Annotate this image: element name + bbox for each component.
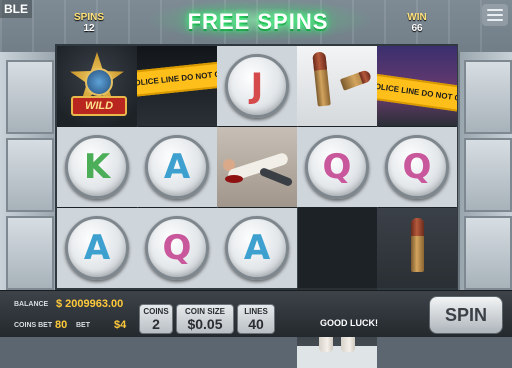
petri-dish-q: Q bbox=[305, 135, 369, 199]
reel-4: Q bbox=[297, 46, 378, 368]
symbol-a: A bbox=[217, 208, 297, 288]
coins-button[interactable]: COINS 2 bbox=[139, 304, 173, 334]
spins-counter: SPINS 12 bbox=[69, 12, 109, 34]
symbol-j: J bbox=[217, 46, 297, 126]
menu-bar bbox=[487, 19, 503, 21]
bullet-icon bbox=[411, 218, 424, 272]
wild-label: WILD bbox=[71, 96, 127, 116]
symbol-a: A bbox=[57, 208, 137, 288]
petri-dish-q: Q bbox=[145, 216, 209, 280]
symbol-a: A bbox=[137, 127, 217, 207]
symbol-bullet bbox=[377, 208, 457, 288]
lines-value: 40 bbox=[248, 316, 264, 332]
coin-size-label: COIN SIZE bbox=[184, 307, 225, 316]
symbol-victim bbox=[217, 127, 297, 207]
reel-2: POLICE LINE DO NOT CROSS A Q bbox=[137, 46, 218, 288]
symbol-bullets bbox=[297, 46, 377, 126]
tape-text: POLICE LINE DO NOT CROSS bbox=[137, 60, 217, 98]
symbol-q: Q bbox=[297, 127, 377, 207]
win-counter: WIN 66 bbox=[397, 12, 437, 34]
symbol-q: Q bbox=[137, 208, 217, 288]
bullet-icon bbox=[339, 69, 373, 91]
bullet-icon bbox=[312, 51, 331, 107]
locker-door bbox=[464, 60, 512, 134]
symbol-police-tape: POLICE LINE DO NOT CROSS bbox=[137, 46, 217, 126]
menu-icon[interactable] bbox=[482, 4, 508, 26]
sheet bbox=[297, 346, 377, 368]
coins-label: COINS bbox=[143, 307, 169, 316]
locker-left bbox=[0, 52, 58, 290]
menu-bar bbox=[487, 9, 503, 11]
win-label: WIN bbox=[407, 12, 427, 23]
balance-value: $ 2009963.00 bbox=[56, 298, 124, 310]
badge-seal bbox=[85, 68, 113, 96]
bet-label: BET bbox=[76, 322, 90, 329]
petri-dish-a: A bbox=[145, 135, 209, 199]
locker-right bbox=[458, 52, 512, 290]
lines-label: LINES bbox=[244, 307, 268, 316]
locker-door bbox=[464, 138, 512, 212]
tape-text: POLICE LINE DO NOT CROSS bbox=[377, 73, 457, 113]
lines-button[interactable]: LINES 40 bbox=[237, 304, 275, 334]
bet-value: $4 bbox=[114, 319, 127, 331]
victim-legs bbox=[258, 166, 294, 188]
locker-door bbox=[6, 60, 54, 134]
petri-dish-a: A bbox=[65, 216, 129, 280]
coins-value: 2 bbox=[152, 316, 160, 332]
spin-button[interactable]: SPIN bbox=[429, 296, 503, 334]
locker-door bbox=[464, 216, 512, 290]
symbol-wild-badge: WILD bbox=[57, 46, 137, 126]
locker-door bbox=[6, 138, 54, 212]
status-message: GOOD LUCK! bbox=[320, 318, 378, 328]
police-tape-icon: POLICE LINE DO NOT CROSS bbox=[137, 46, 217, 126]
coins-bet-value: 80 bbox=[55, 319, 68, 331]
coin-size-button[interactable]: COIN SIZE $0.05 bbox=[176, 304, 234, 334]
corner-label: BLE bbox=[0, 0, 32, 18]
symbol-k: K bbox=[57, 127, 137, 207]
menu-bar bbox=[487, 14, 503, 16]
petri-dish-q: Q bbox=[385, 135, 449, 199]
reel-1: WILD K A bbox=[57, 46, 138, 288]
spins-label: SPINS bbox=[73, 12, 104, 23]
symbol-q: Q bbox=[377, 127, 457, 207]
locker-door bbox=[6, 216, 54, 290]
petri-dish-j: J bbox=[225, 54, 289, 118]
balance-label: BALANCE bbox=[14, 301, 49, 308]
coins-bet-label: COINS BET bbox=[14, 322, 53, 329]
spins-value: 12 bbox=[83, 23, 95, 34]
petri-dish-k: K bbox=[65, 135, 129, 199]
symbol-police-tape: POLICE LINE DO NOT CROSS bbox=[377, 46, 457, 126]
win-value: 66 bbox=[411, 23, 423, 34]
reel-5: POLICE LINE DO NOT CROSS Q bbox=[377, 46, 457, 288]
petri-dish-a: A bbox=[225, 216, 289, 280]
police-badge-icon: WILD bbox=[57, 46, 137, 126]
reel-3: J A bbox=[217, 46, 298, 288]
police-tape-icon: POLICE LINE DO NOT CROSS bbox=[377, 46, 457, 126]
coin-size-value: $0.05 bbox=[187, 316, 223, 332]
free-spins-title: FREE SPINS bbox=[187, 9, 329, 34]
reel-grid: WILD K A POLICE LINE DO NOT CROSS A Q J bbox=[55, 44, 458, 368]
blood-pool bbox=[225, 175, 243, 183]
